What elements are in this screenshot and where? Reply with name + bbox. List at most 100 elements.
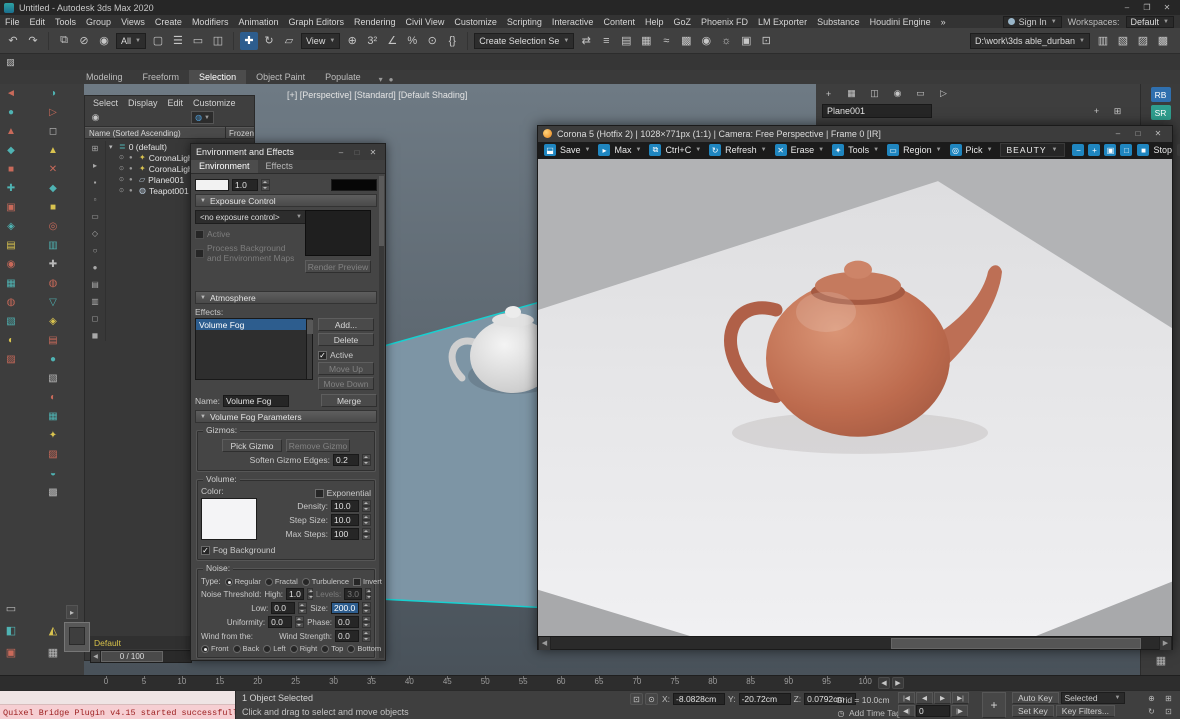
maximize-viewport-icon[interactable]: ⊡ <box>1161 706 1176 717</box>
explorer-tool-icon[interactable]: ● <box>89 262 102 273</box>
corona-maximize-button[interactable]: □ <box>1129 128 1147 140</box>
object-name-field[interactable]: Plane001 <box>822 104 932 118</box>
visibility-icon[interactable]: ⊙ <box>119 176 126 183</box>
menu-item[interactable]: Scripting <box>502 17 547 27</box>
previous-frame-button[interactable]: ◀ <box>916 692 933 704</box>
explorer-tool-icon[interactable]: ○ <box>89 245 102 256</box>
set-key-button[interactable]: Set Key <box>1012 705 1054 717</box>
undo-icon[interactable]: ↶ <box>4 32 22 50</box>
timeline-tick[interactable]: 95 <box>821 677 833 690</box>
panel-tool-icon[interactable]: ⊞ <box>1111 105 1124 118</box>
explorer-tool-icon[interactable]: ◼ <box>89 330 102 341</box>
effect-item-selected[interactable]: Volume Fog <box>196 319 312 330</box>
create-selection-set-dropdown[interactable]: Create Selection Se▼ <box>474 33 574 49</box>
timeline-tick[interactable]: 80 <box>707 677 719 690</box>
maximize-button[interactable]: ❐ <box>1138 2 1156 14</box>
menu-item[interactable]: Create <box>150 17 187 27</box>
menu-item[interactable]: File <box>0 17 25 27</box>
tool-icon[interactable]: ◐ <box>3 333 20 348</box>
tool-icon[interactable]: ▥ <box>45 238 62 253</box>
erase-button[interactable]: ✕ Erase ▼ <box>775 144 824 156</box>
menu-item[interactable]: Help <box>640 17 669 27</box>
tool-icon[interactable]: ◈ <box>45 314 62 329</box>
effect-name-field[interactable]: Volume Fog <box>223 395 289 407</box>
unlink-selection-icon[interactable]: ⊘ <box>75 32 93 50</box>
corona-minimize-button[interactable]: – <box>1109 128 1127 140</box>
menu-item[interactable]: GoZ <box>669 17 697 27</box>
max-steps-spinner[interactable] <box>362 528 371 540</box>
zoom-actual-icon[interactable]: □ <box>1120 144 1132 156</box>
toggle-ribbon-icon[interactable]: ▦ <box>637 32 655 50</box>
move-down-button[interactable]: Move Down <box>318 377 374 390</box>
timeline-tick[interactable]: 30 <box>328 677 340 690</box>
effects-list-scrollbar[interactable] <box>306 319 312 379</box>
phase-field[interactable]: 0.0 <box>335 616 359 628</box>
tool-icon[interactable]: ▤ <box>3 238 20 253</box>
density-spinner[interactable] <box>362 500 371 512</box>
expand-trackbar-button[interactable]: ▸ <box>66 605 78 619</box>
wind-direction-radio[interactable]: Right <box>290 644 318 653</box>
toolbar-icon[interactable]: ▨ <box>1134 32 1152 50</box>
timeline-tick[interactable]: 70 <box>631 677 643 690</box>
close-button[interactable]: ✕ <box>1158 2 1176 14</box>
timeline-tick[interactable]: 40 <box>403 677 415 690</box>
tool-icon[interactable]: ◎ <box>45 219 62 234</box>
set-keys-button[interactable]: + <box>982 692 1006 718</box>
volume-fog-parameters-rollout[interactable]: ▼Volume Fog Parameters <box>195 410 377 423</box>
tool-icon[interactable]: ◑ <box>45 86 62 101</box>
timeline-tick[interactable]: 45 <box>441 677 453 690</box>
menu-item[interactable]: Content <box>598 17 640 27</box>
fog-background-checkbox[interactable]: ✓ <box>201 546 210 555</box>
atmosphere-rollout[interactable]: ▼Atmosphere <box>195 291 377 304</box>
wind-direction-radio[interactable]: Back <box>233 644 260 653</box>
refresh-button[interactable]: ↻ Refresh ▼ <box>709 144 766 156</box>
menu-item[interactable]: Animation <box>233 17 283 27</box>
render-production-icon[interactable]: ⊡ <box>757 32 775 50</box>
track-right-icon[interactable]: ▶ <box>892 677 904 689</box>
menu-item[interactable]: LM Exporter <box>753 17 812 27</box>
explorer-tool-icon[interactable]: ◻ <box>89 313 102 324</box>
menu-item[interactable]: Customize <box>449 17 502 27</box>
size-spinner[interactable] <box>362 602 371 614</box>
exposure-control-dropdown[interactable]: <no exposure control>▼ <box>195 210 307 224</box>
tool-icon[interactable]: ◆ <box>45 181 62 196</box>
soften-gizmo-edges-field[interactable]: 0.2 <box>333 454 359 466</box>
copy-button[interactable]: ⧉ Ctrl+C ▼ <box>649 144 701 156</box>
x-coordinate-field[interactable]: -8.0828cm <box>673 693 725 705</box>
viewport-label[interactable]: [+] [Perspective] [Standard] [Default Sh… <box>287 90 467 100</box>
go-to-end-button[interactable]: ▶| <box>952 692 969 704</box>
menu-item[interactable]: Interactive <box>547 17 599 27</box>
expand-icon[interactable]: ▾ <box>109 143 116 151</box>
wind-direction-radio[interactable]: Top <box>321 644 343 653</box>
dialog-minimize-button[interactable]: – <box>334 146 348 158</box>
zoom-viewport-icon[interactable]: ⊕ <box>1144 693 1159 704</box>
tool-icon[interactable]: ▤ <box>45 333 62 348</box>
soften-spinner[interactable] <box>362 454 371 466</box>
auto-key-button[interactable]: Auto Key <box>1012 692 1059 704</box>
edit-named-selection-sets-icon[interactable]: {} <box>443 32 461 50</box>
window-crossing-icon[interactable]: ◫ <box>209 32 227 50</box>
timeline-tick[interactable]: 35 <box>365 677 377 690</box>
frozen-column-header[interactable]: Frozen <box>225 127 254 139</box>
tool-icon[interactable]: ◧ <box>2 621 20 639</box>
tool-icon[interactable]: ▲ <box>45 143 62 158</box>
bind-to-spacewarp-icon[interactable]: ◉ <box>95 32 113 50</box>
viewport-tool-icon[interactable]: ◉ <box>891 87 904 100</box>
tool-icon[interactable]: ▨ <box>45 447 62 462</box>
wind-strength-spinner[interactable] <box>362 630 371 642</box>
tool-icon[interactable]: ▦ <box>3 276 20 291</box>
ribbon-tab[interactable]: Populate <box>315 70 371 84</box>
selectability-icon[interactable]: ● <box>129 155 136 161</box>
tool-icon[interactable]: ✦ <box>45 428 62 443</box>
track-left-icon[interactable]: ◀ <box>878 677 890 689</box>
selection-lock-icon[interactable]: ⊙ <box>645 693 658 705</box>
exponential-checkbox[interactable] <box>315 489 324 498</box>
explorer-tool-icon[interactable]: ⊞ <box>89 143 102 154</box>
time-slider-left-icon[interactable]: ◀ <box>91 651 101 662</box>
render-element-dropdown[interactable]: BEAUTY▼ <box>1000 143 1066 157</box>
timeline-tick[interactable]: 60 <box>555 677 567 690</box>
noise-low-field[interactable]: 0.0 <box>271 602 295 614</box>
noise-high-spinner[interactable] <box>307 588 313 600</box>
curve-editor-icon[interactable]: ≈ <box>657 32 675 50</box>
step-size-spinner[interactable] <box>362 514 371 526</box>
